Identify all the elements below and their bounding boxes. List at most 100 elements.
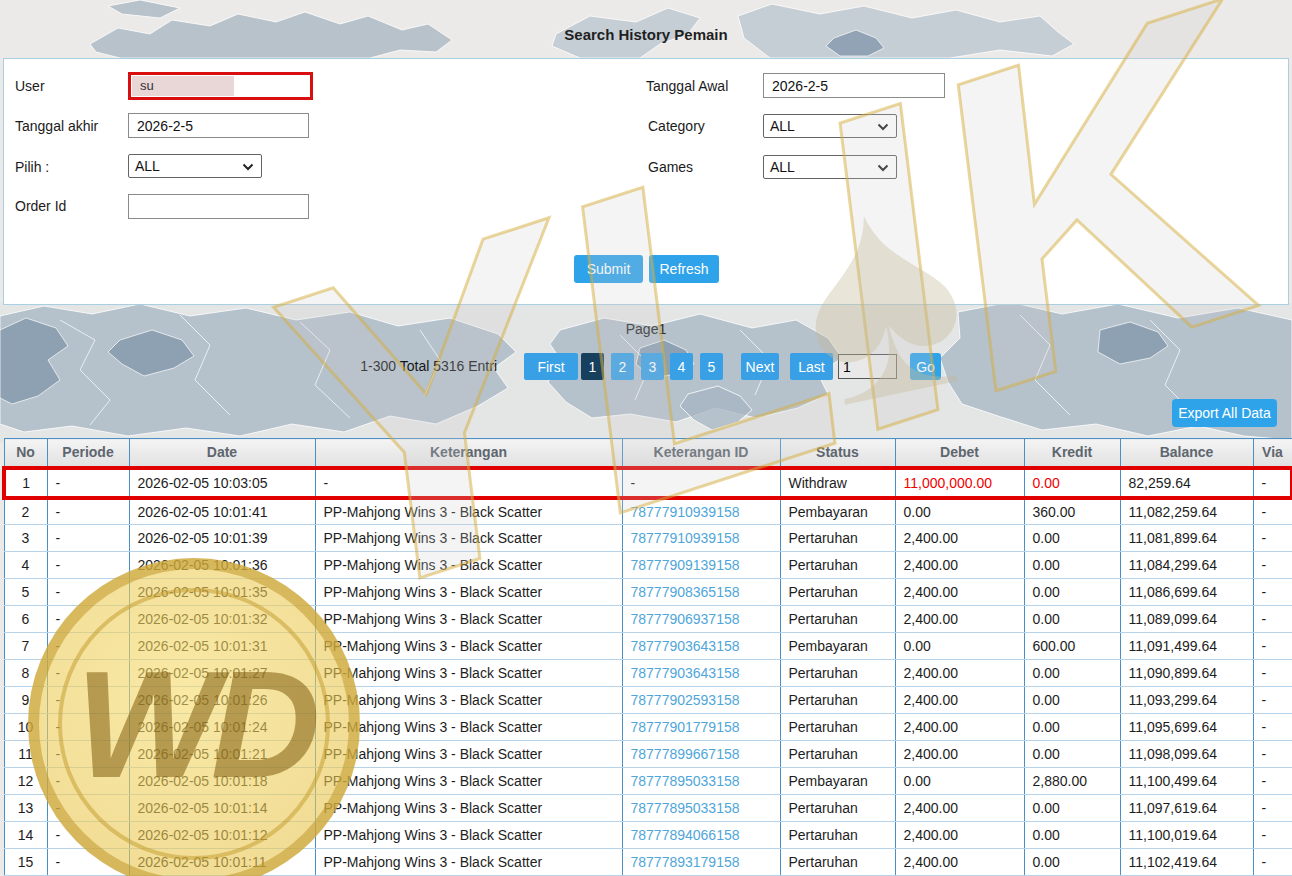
page-button-3[interactable]: 3	[641, 353, 664, 380]
cell-kredit: 0.00	[1024, 714, 1120, 741]
cell-keterangan-id[interactable]: 78777909139158	[622, 552, 780, 579]
cell-keterangan-id[interactable]: 78777901779158	[622, 714, 780, 741]
tanggal-awal-input[interactable]	[763, 73, 945, 98]
cell-keterangan-id[interactable]: 78777895033158	[622, 768, 780, 795]
cell-balance: 11,093,299.64	[1120, 687, 1253, 714]
cell-status: Pertaruhan	[780, 687, 895, 714]
cell-keterangan-id[interactable]: 78777903643158	[622, 660, 780, 687]
cell-status: Pertaruhan	[780, 741, 895, 768]
pagination-bar: First12345 Next Last	[0, 353, 1292, 380]
cell-balance: 11,095,699.64	[1120, 714, 1253, 741]
column-header: Keterangan ID	[622, 439, 780, 468]
category-select[interactable]: ALL	[763, 114, 897, 138]
search-form-panel: User su Tanggal akhir Pilih : ALL Order …	[3, 58, 1289, 305]
cell-debet: 2,400.00	[895, 822, 1024, 849]
cell-no: 3	[4, 525, 47, 552]
page-button-next[interactable]: Next	[741, 353, 779, 380]
cell-keterangan-id[interactable]: 78777910939158	[622, 525, 780, 552]
table-row: 14-2026-02-05 10:01:12PP-Mahjong Wins 3 …	[4, 822, 1292, 849]
cell-keterangan: PP-Mahjong Wins 3 - Black Scatter	[315, 606, 622, 633]
cell-date: 2026-02-05 10:01:18	[129, 768, 315, 795]
cell-date: 2026-02-05 10:01:14	[129, 795, 315, 822]
cell-via: -	[1253, 714, 1292, 741]
goto-page-input[interactable]	[838, 354, 897, 379]
cell-keterangan-id[interactable]: 78777910939158	[622, 498, 780, 525]
cell-balance: 11,100,019.64	[1120, 822, 1253, 849]
cell-keterangan-id: -	[622, 468, 780, 498]
cell-date: 2026-02-05 10:01:36	[129, 552, 315, 579]
games-select[interactable]: ALL	[763, 155, 897, 179]
cell-no: 1	[4, 468, 47, 498]
table-row: 10-2026-02-05 10:01:24PP-Mahjong Wins 3 …	[4, 714, 1292, 741]
cell-balance: 11,081,899.64	[1120, 525, 1253, 552]
page-button-1[interactable]: 1	[581, 353, 604, 380]
order-id-input[interactable]	[128, 194, 309, 219]
page-button-first[interactable]: First	[524, 353, 578, 380]
refresh-button[interactable]: Refresh	[649, 255, 719, 283]
column-header: No	[4, 439, 47, 468]
cell-no: 12	[4, 768, 47, 795]
table-row: 4-2026-02-05 10:01:36PP-Mahjong Wins 3 -…	[4, 552, 1292, 579]
table-row: 15-2026-02-05 10:01:11PP-Mahjong Wins 3 …	[4, 849, 1292, 876]
tanggal-akhir-input[interactable]	[128, 113, 309, 138]
cell-balance: 11,102,419.64	[1120, 849, 1253, 876]
cell-via: -	[1253, 687, 1292, 714]
cell-periode: -	[47, 822, 129, 849]
cell-balance: 11,090,899.64	[1120, 660, 1253, 687]
cell-date: 2026-02-05 10:01:31	[129, 633, 315, 660]
cell-keterangan-id[interactable]: 78777906937158	[622, 606, 780, 633]
cell-periode: -	[47, 525, 129, 552]
user-input[interactable]: su	[128, 72, 313, 100]
cell-debet: 2,400.00	[895, 687, 1024, 714]
cell-balance: 11,086,699.64	[1120, 579, 1253, 606]
page-button-5[interactable]: 5	[700, 353, 723, 380]
cell-debet: 0.00	[895, 768, 1024, 795]
cell-keterangan-id[interactable]: 78777899667158	[622, 741, 780, 768]
cell-via: -	[1253, 525, 1292, 552]
cell-debet: 0.00	[895, 633, 1024, 660]
cell-debet: 2,400.00	[895, 795, 1024, 822]
cell-debet: 2,400.00	[895, 660, 1024, 687]
cell-periode: -	[47, 498, 129, 525]
cell-kredit: 0.00	[1024, 795, 1120, 822]
go-button[interactable]: Go	[910, 353, 941, 380]
page-button-4[interactable]: 4	[670, 353, 693, 380]
cell-no: 9	[4, 687, 47, 714]
cell-no: 7	[4, 633, 47, 660]
cell-keterangan-id[interactable]: 78777894066158	[622, 822, 780, 849]
tanggal-awal-label: Tanggal Awal	[646, 78, 728, 94]
cell-keterangan: PP-Mahjong Wins 3 - Black Scatter	[315, 822, 622, 849]
page-button-last[interactable]: Last	[790, 353, 833, 380]
table-row: 3-2026-02-05 10:01:39PP-Mahjong Wins 3 -…	[4, 525, 1292, 552]
cell-debet: 2,400.00	[895, 849, 1024, 876]
cell-keterangan-id[interactable]: 78777903643158	[622, 633, 780, 660]
cell-kredit: 0.00	[1024, 552, 1120, 579]
category-label: Category	[648, 118, 705, 134]
user-label: User	[15, 78, 45, 94]
table-row: 6-2026-02-05 10:01:32PP-Mahjong Wins 3 -…	[4, 606, 1292, 633]
cell-kredit: 600.00	[1024, 633, 1120, 660]
export-all-data-button[interactable]: Export All Data	[1172, 399, 1277, 427]
cell-periode: -	[47, 768, 129, 795]
cell-via: -	[1253, 822, 1292, 849]
cell-keterangan-id[interactable]: 78777902593158	[622, 687, 780, 714]
cell-debet: 2,400.00	[895, 606, 1024, 633]
chevron-down-icon	[877, 164, 889, 172]
cell-status: Pertaruhan	[780, 606, 895, 633]
cell-status: Pertaruhan	[780, 660, 895, 687]
cell-no: 13	[4, 795, 47, 822]
cell-periode: -	[47, 579, 129, 606]
cell-kredit: 0.00	[1024, 525, 1120, 552]
submit-button[interactable]: Submit	[574, 255, 643, 283]
pilih-select[interactable]: ALL	[128, 154, 262, 178]
cell-keterangan-id[interactable]: 78777893179158	[622, 849, 780, 876]
cell-keterangan-id[interactable]: 78777895033158	[622, 795, 780, 822]
cell-debet: 2,400.00	[895, 552, 1024, 579]
column-header: Periode	[47, 439, 129, 468]
cell-via: -	[1253, 552, 1292, 579]
table-row: 13-2026-02-05 10:01:14PP-Mahjong Wins 3 …	[4, 795, 1292, 822]
page-button-2[interactable]: 2	[611, 353, 634, 380]
cell-keterangan: PP-Mahjong Wins 3 - Black Scatter	[315, 714, 622, 741]
cell-keterangan-id[interactable]: 78777908365158	[622, 579, 780, 606]
cell-keterangan: PP-Mahjong Wins 3 - Black Scatter	[315, 633, 622, 660]
